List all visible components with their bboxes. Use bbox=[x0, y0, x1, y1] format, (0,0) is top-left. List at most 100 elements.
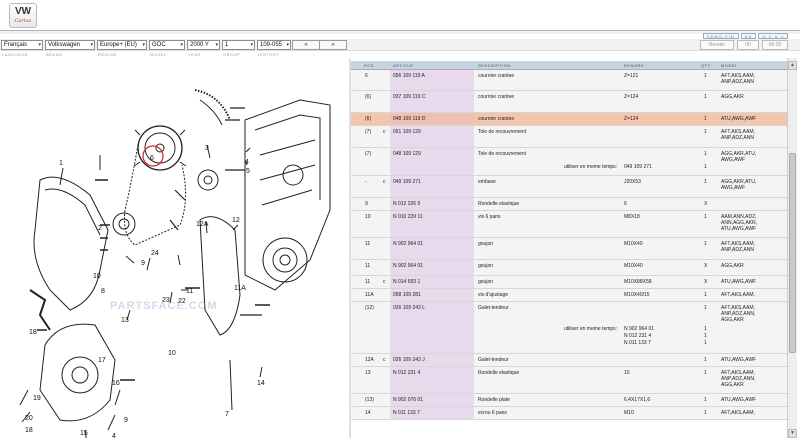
extra-qty: 1 bbox=[704, 326, 707, 332]
callout[interactable]: 17 bbox=[98, 357, 106, 364]
model-cell: ATU,AWG,AWF bbox=[721, 226, 757, 232]
model-cell: ANP,ADZ,ANN bbox=[721, 135, 754, 141]
pos-cell: - bbox=[365, 179, 367, 185]
remark-cell: 6,4X17X1,6 bbox=[624, 397, 651, 403]
callout[interactable]: 1 bbox=[59, 160, 63, 167]
year-select[interactable]: 2000 Y ▾ bbox=[187, 40, 220, 50]
callout[interactable]: 13 bbox=[121, 317, 129, 324]
language-select[interactable]: Français ▾ bbox=[1, 40, 43, 50]
callout[interactable]: 4 bbox=[112, 433, 116, 440]
counter-a: 00 bbox=[737, 40, 759, 50]
qty-cell: 1 bbox=[704, 305, 707, 311]
extra-label: utiliser en meme temps: bbox=[564, 164, 618, 170]
article-cell: 056 109 119 A bbox=[393, 73, 425, 79]
callout[interactable]: 15 bbox=[80, 430, 88, 437]
description-cell: embase bbox=[478, 179, 496, 185]
callout[interactable]: 20 bbox=[25, 415, 33, 422]
pos-cell: 10 bbox=[365, 214, 371, 220]
table-row[interactable]: (7) 048 109 129 Tole de recouvrement 1 AGG,A… bbox=[351, 148, 795, 176]
search-field[interactable]: Bereite bbox=[700, 40, 734, 50]
model-cell: ANP,ADZ,ANN bbox=[721, 79, 754, 85]
remark-cell: M10X88X58 bbox=[624, 279, 652, 285]
callout[interactable]: 11A bbox=[234, 285, 246, 292]
table-row[interactable]: - c 049 109 271 embase J20X53 1 AGG,AKR,ATU, AW… bbox=[351, 176, 795, 198]
callout[interactable]: 2 bbox=[98, 225, 102, 232]
callout[interactable]: 18 bbox=[29, 329, 37, 336]
table-row[interactable]: 6 056 109 119 Acourroie crantee Z=121 1 AFT,… bbox=[351, 70, 795, 91]
table-scrollbar[interactable]: ▲ ▼ bbox=[787, 58, 797, 438]
chevron-down-icon: ▾ bbox=[215, 42, 218, 48]
prev-button[interactable]: « bbox=[292, 40, 320, 50]
illustration-select[interactable]: 109-055 ▾ bbox=[257, 40, 291, 50]
table-row[interactable]: (6) 048 109 119 D courroie crantee Z=124 1 AT… bbox=[351, 113, 795, 126]
table-row[interactable]: 11 N 902 964 01 goujon M10X40 1 AFT,AKS,AAM, A… bbox=[351, 238, 795, 260]
callout[interactable]: 4 bbox=[245, 159, 249, 166]
region-select[interactable]: Europe+ (EU) ▾ bbox=[97, 40, 147, 50]
parts-diagram[interactable]: 6 3 4 5 1 2 12 12A 24 9 10 8 13 23 22 11… bbox=[0, 60, 350, 440]
table-row[interactable]: (6) 037 109 119 C courroie crantee Z=124 1 AG… bbox=[351, 91, 795, 113]
logo-subtitle: Cartas bbox=[14, 18, 32, 24]
table-row[interactable]: 11A 058 109 281 vis d'ajustage M10X40/15 1 AF… bbox=[351, 289, 795, 302]
callout[interactable]: 24 bbox=[151, 250, 159, 257]
callout[interactable]: 6 bbox=[150, 155, 154, 162]
callout[interactable]: 14 bbox=[257, 380, 265, 387]
description-cell: vis 6 pans bbox=[478, 214, 501, 220]
qty-cell: 1 bbox=[704, 151, 707, 157]
table-row[interactable]: 9 N 012 226 5 Rondelle elastique 6 X bbox=[351, 198, 795, 211]
chevron-down-icon: ▾ bbox=[286, 42, 289, 48]
callout[interactable]: 8 bbox=[101, 288, 105, 295]
article-cell: 048 109 129 bbox=[393, 151, 421, 157]
field-label: LANGUAGE bbox=[2, 52, 29, 57]
model-cell: AGG,AKR bbox=[721, 94, 744, 100]
callout[interactable]: 5 bbox=[246, 168, 250, 175]
callout[interactable]: 7 bbox=[225, 411, 229, 418]
scroll-up-icon[interactable]: ▲ bbox=[788, 61, 797, 70]
pos-cell: 11 bbox=[365, 263, 371, 269]
qty-cell: 1 bbox=[704, 116, 707, 122]
table-row[interactable]: 10 N 010 239 11 vis 6 pans M8X18 1 AAM,ANN,AD… bbox=[351, 211, 795, 238]
callout[interactable]: 12A bbox=[196, 221, 209, 228]
table-row[interactable]: (13) N 902 076 01 Rondelle plate 6,4X17X1,6… bbox=[351, 394, 795, 407]
remark-cell: M10X40 bbox=[624, 263, 643, 269]
article-cell: 037 109 119 C bbox=[393, 94, 426, 100]
callout[interactable]: 10 bbox=[93, 273, 101, 280]
table-row[interactable]: (12) 026 109 243 L Galet-tendeur 1 AFT,AKS,A… bbox=[351, 302, 795, 354]
callout[interactable]: 18 bbox=[25, 427, 33, 434]
table-row[interactable]: 12A c 026 109 243 J Galet-tendeur 1 ATU,AWG,A… bbox=[351, 354, 795, 367]
table-row[interactable]: 13 N 012 231 4 Rondelle elastique 10 1 AFT,AK… bbox=[351, 367, 795, 394]
article-cell: 026 109 243 J bbox=[393, 357, 425, 363]
flag-cell: c bbox=[383, 129, 386, 135]
callout[interactable]: 12 bbox=[232, 217, 240, 224]
qty-cell: 1 bbox=[704, 73, 707, 79]
next-button[interactable]: » bbox=[319, 40, 347, 50]
brand-select[interactable]: Volkswagen ▾ bbox=[45, 40, 95, 50]
callout[interactable]: 11 bbox=[186, 288, 193, 295]
callout[interactable]: 19 bbox=[33, 395, 41, 402]
description-cell: ecrou 6 pans bbox=[478, 410, 507, 416]
extra-qty: 1 bbox=[704, 340, 707, 346]
article-cell: 026 109 243 L bbox=[393, 305, 425, 311]
belt-cover-shape bbox=[33, 176, 109, 311]
brand-logo[interactable]: VW Cartas bbox=[9, 3, 37, 28]
callout[interactable]: 9 bbox=[141, 260, 145, 267]
remark-cell: J20X53 bbox=[624, 179, 641, 185]
table-row[interactable]: 11 N 902 964 01 goujon M10X40 X AGG,AKR bbox=[351, 260, 795, 276]
scroll-down-icon[interactable]: ▼ bbox=[788, 429, 797, 438]
description-cell: Tole de recouvrement bbox=[478, 129, 527, 135]
model-select[interactable]: GOC ▾ bbox=[149, 40, 185, 50]
scroll-thumb[interactable] bbox=[789, 153, 796, 353]
table-row[interactable]: 14 N 011 133 7 ecrou 6 pans M10 1 AFT,AKS,AAM… bbox=[351, 407, 795, 420]
callout[interactable]: 3 bbox=[205, 145, 209, 152]
time-display: 06:20 bbox=[762, 40, 788, 50]
callout[interactable]: 9 bbox=[124, 417, 128, 424]
article-cell: N 012 231 4 bbox=[393, 370, 421, 376]
pos-cell: 11A bbox=[365, 292, 374, 298]
callout[interactable]: 16 bbox=[112, 380, 120, 387]
callout[interactable]: 10 bbox=[168, 350, 176, 357]
group-select[interactable]: 1 ▾ bbox=[222, 40, 255, 50]
table-row[interactable]: 11 c N 014 593 1 goujon M10X88X58 X ATU,AWG,AW… bbox=[351, 276, 795, 289]
remark-cell: Z=124 bbox=[624, 116, 639, 122]
table-row[interactable]: (7) c 051 109 129 Tole de recouvrement 1 AFT,… bbox=[351, 126, 795, 148]
model-cell: ATU,AWG,AWF bbox=[721, 116, 757, 122]
remark-cell: M10X40/15 bbox=[624, 292, 650, 298]
